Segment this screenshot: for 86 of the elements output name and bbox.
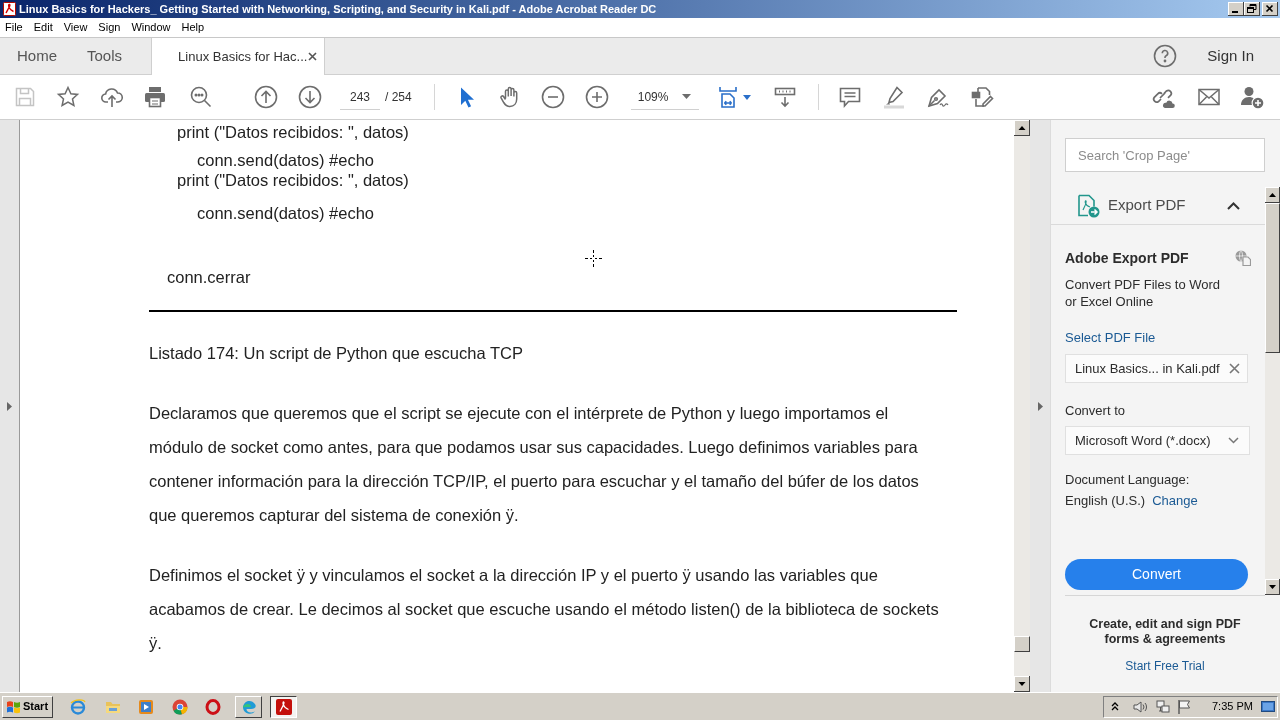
field-label: Document Language: (1065, 471, 1190, 488)
code-line: conn.send(datos) #echo (197, 151, 375, 169)
change-link[interactable]: Change (1152, 492, 1198, 509)
play-icon[interactable] (138, 698, 154, 715)
star-icon[interactable] (56, 85, 80, 109)
minimize-icon[interactable] (1228, 2, 1244, 16)
desktop-icon[interactable] (1261, 699, 1275, 714)
previous-page-icon[interactable] (254, 85, 278, 109)
pdf-app-icon (3, 2, 16, 16)
tab[interactable]: Linux Basics for Hac... (151, 38, 326, 75)
tab[interactable]: Home (2, 38, 72, 74)
convert-button[interactable]: Convert (1065, 559, 1248, 590)
speaker-icon[interactable] (1132, 698, 1148, 715)
caret-down-icon[interactable] (742, 94, 751, 100)
tool-section-header[interactable]: Export PDF (1051, 187, 1265, 225)
format-dropdown[interactable]: Microsoft Word (*.docx) (1065, 426, 1250, 455)
menu-item[interactable]: View (58, 20, 93, 35)
network-icon[interactable] (1155, 698, 1171, 715)
flag-icon[interactable] (1176, 698, 1192, 715)
wheel-icon[interactable] (172, 698, 188, 715)
menu-item[interactable]: Help (176, 20, 210, 35)
print-icon[interactable] (143, 85, 167, 109)
crosshair-cursor-icon (585, 250, 602, 267)
chevron-up-icon[interactable] (1111, 702, 1119, 711)
free-trial-link[interactable]: Start Free Trial (1125, 657, 1205, 675)
paragraph: Declaramos que queremos que el script se ejecute con el intérprete de Python y luego importamos el módulo de socket como antes, para que podamos usar sus capacidades. Luego definimos variables para contener información para la dirección TCP/IP, el puerto para escuchar y el tamaño del búfer de los datos que queremos capturar del sistema de conexión ÿ. (149, 403, 920, 526)
cloud-upload-icon[interactable] (100, 85, 124, 109)
window-title: Linux Basics for Hackers_ Getting Started with Networking, Scripting, and Security in Kali.pdf - Adobe Acrobat Reader DC (19, 1, 657, 17)
restore-icon[interactable] (1244, 2, 1260, 16)
page-number-field[interactable]: 243 (340, 84, 380, 110)
collapse-arrow-icon[interactable] (1037, 401, 1043, 411)
add-user-icon[interactable] (1240, 85, 1264, 109)
scroll-up-icon[interactable] (1014, 120, 1030, 136)
scrollbar-thumb[interactable] (1265, 203, 1280, 353)
scroll-down-icon[interactable] (1014, 676, 1030, 692)
section-description: Convert PDF Files to Word or Excel Online (1065, 276, 1222, 310)
zoom-out-icon[interactable] (540, 85, 565, 109)
tab[interactable]: Tools (72, 38, 138, 74)
windows-flag-icon (6, 699, 21, 714)
listing-caption: Listado 174: Un script de Python que escucha TCP (149, 344, 523, 362)
caret-down-icon (681, 94, 691, 99)
help-icon[interactable] (1153, 44, 1178, 68)
swirl-icon (240, 698, 257, 715)
pane-scrollbar[interactable] (1265, 187, 1280, 595)
taskbar-window-button[interactable] (270, 695, 297, 718)
expand-arrow-icon[interactable] (7, 401, 12, 411)
file-field[interactable]: Linux Basics... in Kali.pdf (1065, 354, 1248, 383)
scroll-down-icon[interactable] (1265, 579, 1280, 595)
zoom-field[interactable]: 109% (630, 84, 699, 110)
scroll-mode-icon[interactable] (772, 85, 797, 109)
menu-item[interactable]: Window (126, 20, 176, 35)
paragraph: Definimos el socket ÿ y vinculamos el socket a la dirección IP y el puerto ÿ usando las variables que acabamos de crear. Le decimos al socket que escuche usando el método listen() de la biblioteca de sockets ÿ. (149, 565, 940, 654)
select-file-link[interactable]: Select PDF File (1065, 329, 1156, 346)
code-line: conn.cerrar (167, 268, 251, 286)
scroll-up-icon[interactable] (1265, 187, 1280, 203)
promo-text: Create, edit and sign PDF forms & agreements (1088, 617, 1242, 647)
field-label: Convert to (1065, 402, 1125, 419)
edit-document-icon[interactable] (969, 85, 994, 109)
zoom-in-icon[interactable] (584, 85, 609, 109)
code-line: print ("Datos recibidos: ", datos) (177, 171, 409, 189)
clear-icon[interactable] (1229, 363, 1240, 374)
clock[interactable]: 7:35 PM (1212, 698, 1253, 715)
start-button[interactable]: Start (2, 695, 53, 718)
code-line: conn.send(datos) #echo (197, 204, 375, 222)
chevron-down-icon (1228, 437, 1239, 444)
menu-item[interactable]: File (0, 20, 28, 35)
search-icon[interactable] (189, 85, 213, 109)
scrollbar-thumb[interactable] (1014, 636, 1030, 652)
section-heading: Adobe Export PDF (1065, 249, 1189, 267)
ring-icon[interactable] (205, 698, 221, 715)
sign-in-link[interactable]: Sign In (1207, 44, 1254, 68)
documents-globe-icon[interactable] (1235, 250, 1251, 266)
comment-icon[interactable] (837, 85, 862, 109)
highlighter-icon[interactable] (881, 85, 906, 109)
close-icon[interactable] (1262, 2, 1278, 16)
page-count: / 254 (385, 89, 412, 106)
close-icon[interactable] (308, 52, 318, 61)
search-field[interactable]: Search 'Crop Page' (1065, 138, 1265, 172)
document-arrow-icon (1077, 193, 1100, 218)
vertical-scrollbar[interactable] (1014, 120, 1030, 692)
code-line: print ("Datos recibidos: ", datos) (177, 123, 409, 141)
menu-item[interactable]: Edit (28, 20, 58, 35)
pdf-app-icon (275, 698, 292, 715)
language-value: English (U.S.) (1065, 492, 1146, 509)
next-page-icon[interactable] (298, 85, 322, 109)
menu-item[interactable]: Sign (93, 20, 126, 35)
